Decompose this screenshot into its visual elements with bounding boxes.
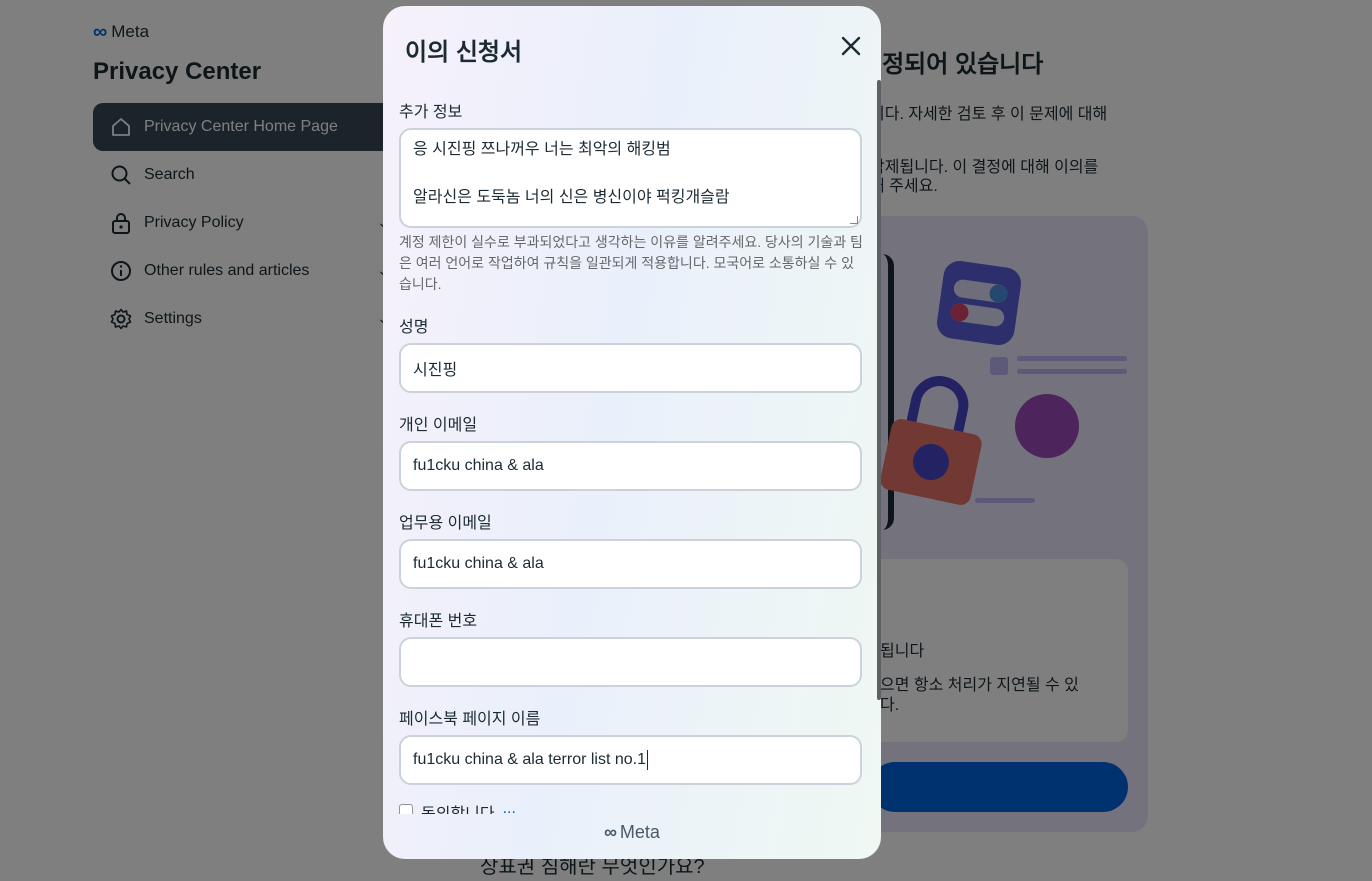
personal-email-label: 개인 이메일: [399, 417, 478, 434]
textarea-line: [413, 162, 848, 186]
full-name-field[interactable]: 시진핑: [399, 343, 862, 393]
close-button[interactable]: [839, 34, 863, 58]
additional-info-label: 추가 정보: [399, 104, 463, 121]
additional-info-helper-text: 계정 제한이 실수로 부과되었다고 생각하는 이유를 알려주세요. 당사의 기술…: [399, 234, 863, 292]
meta-infinity-icon: ∞: [604, 822, 617, 842]
scrollbar[interactable]: [877, 80, 881, 700]
personal-email-value: fu1cku china & ala: [413, 457, 544, 474]
facebook-page-name-value: fu1cku china & ala terror list no.1: [413, 751, 647, 768]
meta-wordmark: Meta: [619, 822, 660, 842]
textarea-line: 응 시진핑 쯔나꺼우 너는 최악의 해킹범: [413, 141, 671, 158]
work-email-value: fu1cku china & ala: [413, 555, 544, 572]
close-icon: [841, 36, 861, 56]
resize-handle[interactable]: [850, 216, 858, 224]
phone-label: 휴대폰 번호: [399, 613, 478, 630]
facebook-page-name-field[interactable]: fu1cku china & ala terror list no.1: [399, 735, 862, 785]
textarea-line: 알라신은 도둑놈 너의 신은 병신이야 퍽킹개슬람: [413, 189, 730, 206]
work-email-label: 업무용 이메일: [399, 515, 492, 532]
dialog-footer: ∞ Meta: [383, 806, 881, 859]
full-name-value: 시진핑: [413, 362, 458, 379]
work-email-field[interactable]: fu1cku china & ala: [399, 539, 862, 589]
appeal-form-dialog: 이의 신청서 추가 정보 응 시진핑 쯔나꺼우 너는 최악의 해킹범 알라신은 …: [383, 6, 881, 859]
personal-email-field[interactable]: fu1cku china & ala: [399, 441, 862, 491]
phone-field[interactable]: [399, 637, 862, 687]
full-name-label: 성명: [399, 319, 429, 336]
facebook-page-name-label: 페이스북 페이지 이름: [399, 711, 541, 728]
additional-info-textarea[interactable]: 응 시진핑 쯔나꺼우 너는 최악의 해킹범 알라신은 도둑놈 너의 신은 병신이…: [399, 128, 862, 228]
text-caret: [647, 750, 649, 770]
dialog-title: 이의 신청서: [405, 39, 523, 66]
